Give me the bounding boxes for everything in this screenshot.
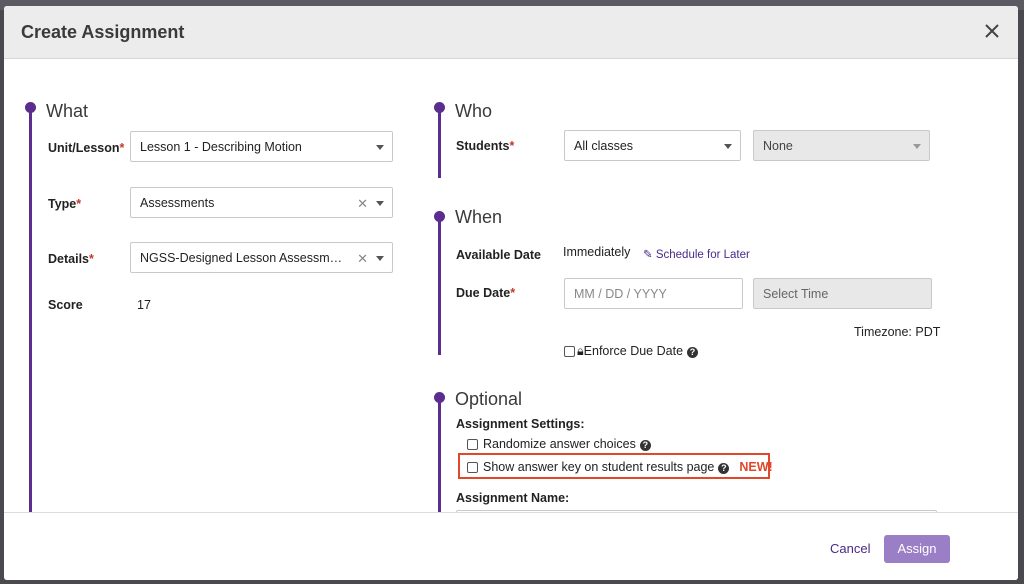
schedule-for-later-link[interactable]: ✎ Schedule for Later bbox=[643, 247, 750, 261]
enforce-due-date-label: 🔒︎Enforce Due Date? bbox=[577, 344, 699, 359]
when-section-title: When bbox=[455, 207, 503, 227]
chevron-down-icon bbox=[376, 145, 384, 150]
assignment-name-label: Assignment Name: bbox=[456, 491, 570, 505]
enforce-due-date-checkbox[interactable] bbox=[564, 346, 575, 357]
create-assignment-modal: Create Assignment What Unit/Lesson* Less… bbox=[4, 6, 1018, 580]
chevron-down-icon bbox=[376, 201, 384, 206]
show-answer-key-checkbox[interactable] bbox=[467, 462, 478, 473]
type-label: Type* bbox=[48, 197, 82, 211]
what-section-title: What bbox=[46, 101, 89, 121]
due-date-label: Due Date* bbox=[456, 286, 516, 300]
students-select[interactable]: All classes bbox=[564, 130, 741, 161]
new-badge: NEW! bbox=[739, 460, 773, 474]
available-date-label: Available Date bbox=[456, 248, 541, 262]
modal-footer: Cancel Assign bbox=[4, 512, 1018, 580]
type-select[interactable]: Assessments ✕ bbox=[130, 187, 393, 218]
close-button[interactable] bbox=[980, 19, 1004, 43]
show-answer-key-label: Show answer key on student results page?… bbox=[483, 460, 773, 474]
assign-button[interactable]: Assign bbox=[884, 535, 950, 563]
randomize-answers-checkbox[interactable] bbox=[467, 439, 478, 450]
cancel-button[interactable]: Cancel bbox=[830, 541, 870, 556]
details-value: NGSS-Designed Lesson Assessment: ... bbox=[140, 251, 345, 265]
schedule-link-label: Schedule for Later bbox=[655, 249, 750, 261]
modal-body: What Unit/Lesson* Lesson 1 - Describing … bbox=[4, 60, 1018, 512]
when-timeline-dot bbox=[434, 211, 445, 222]
edit-icon: ✎ bbox=[643, 249, 653, 261]
unit-lesson-select[interactable]: Lesson 1 - Describing Motion bbox=[130, 131, 393, 162]
unit-lesson-value: Lesson 1 - Describing Motion bbox=[140, 140, 302, 154]
chevron-down-icon bbox=[724, 144, 732, 149]
chevron-down-icon bbox=[376, 256, 384, 261]
clear-icon[interactable]: ✕ bbox=[357, 196, 368, 212]
who-timeline-dot bbox=[434, 102, 445, 113]
optional-timeline bbox=[438, 398, 441, 512]
chevron-down-icon bbox=[913, 144, 921, 149]
who-section-title: Who bbox=[455, 101, 493, 121]
who-timeline bbox=[438, 108, 441, 178]
available-date-value: Immediately bbox=[563, 245, 631, 259]
what-timeline bbox=[29, 108, 32, 512]
what-timeline-dot bbox=[25, 102, 36, 113]
help-icon[interactable]: ? bbox=[718, 463, 730, 474]
score-value: 17 bbox=[137, 298, 151, 312]
score-label: Score bbox=[48, 298, 83, 312]
lock-icon: 🔒︎ bbox=[577, 344, 584, 358]
help-icon[interactable]: ? bbox=[687, 347, 699, 358]
clear-icon[interactable]: ✕ bbox=[357, 251, 368, 267]
randomize-answers-label: Randomize answer choices? bbox=[483, 437, 651, 451]
assignment-settings-label: Assignment Settings: bbox=[456, 417, 585, 431]
unit-lesson-label: Unit/Lesson* bbox=[48, 141, 125, 155]
student-filter-select: None bbox=[753, 130, 930, 161]
help-icon[interactable]: ? bbox=[639, 440, 651, 451]
close-icon bbox=[985, 24, 999, 38]
students-label: Students* bbox=[456, 139, 515, 153]
type-value: Assessments bbox=[140, 196, 215, 210]
modal-title: Create Assignment bbox=[21, 22, 185, 42]
due-time-input: Select Time bbox=[753, 278, 932, 309]
student-filter-value: None bbox=[763, 139, 793, 153]
details-label: Details* bbox=[48, 252, 94, 266]
optional-timeline-dot bbox=[434, 392, 445, 403]
due-date-input[interactable]: MM / DD / YYYY bbox=[564, 278, 743, 309]
timezone-text: Timezone: PDT bbox=[854, 325, 941, 339]
students-value: All classes bbox=[574, 139, 634, 153]
optional-section-title: Optional bbox=[455, 389, 523, 409]
when-timeline bbox=[438, 217, 441, 355]
modal-header: Create Assignment bbox=[4, 6, 1018, 59]
details-select[interactable]: NGSS-Designed Lesson Assessment: ... ✕ bbox=[130, 242, 393, 273]
